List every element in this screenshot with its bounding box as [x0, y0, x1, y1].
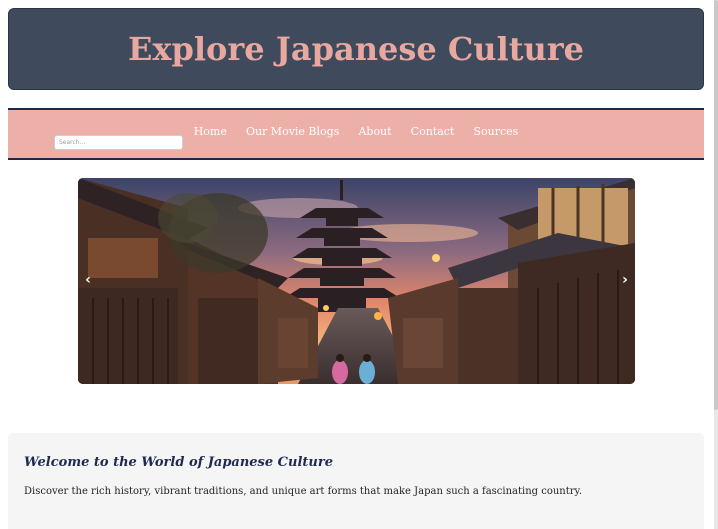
welcome-text: Discover the rich history, vibrant tradi… — [24, 486, 583, 497]
page: Explore Japanese Culture Home Our Movie … — [0, 0, 718, 529]
scrollbar-thumb[interactable] — [714, 0, 718, 410]
welcome-heading: Welcome to the World of Japanese Culture — [24, 455, 333, 470]
chevron-left-icon[interactable]: ‹ — [80, 270, 96, 290]
main-navigation: Home Our Movie Blogs About Contact Sourc… — [8, 108, 704, 160]
site-header: Explore Japanese Culture — [8, 8, 704, 90]
nav-link-sources[interactable]: Sources — [473, 125, 518, 138]
kyoto-street-image — [78, 178, 635, 384]
nav-links: Home Our Movie Blogs About Contact Sourc… — [8, 120, 704, 139]
nav-link-contact[interactable]: Contact — [411, 125, 455, 138]
welcome-section: Welcome to the World of Japanese Culture… — [8, 433, 704, 529]
nav-link-about[interactable]: About — [358, 125, 391, 138]
chevron-right-icon[interactable]: › — [617, 270, 633, 290]
nav-link-home[interactable]: Home — [194, 125, 227, 138]
scrollbar[interactable] — [714, 0, 718, 529]
site-title: Explore Japanese Culture — [128, 30, 584, 68]
image-carousel: ‹ › — [78, 178, 635, 384]
nav-link-movie-blogs[interactable]: Our Movie Blogs — [246, 125, 339, 138]
